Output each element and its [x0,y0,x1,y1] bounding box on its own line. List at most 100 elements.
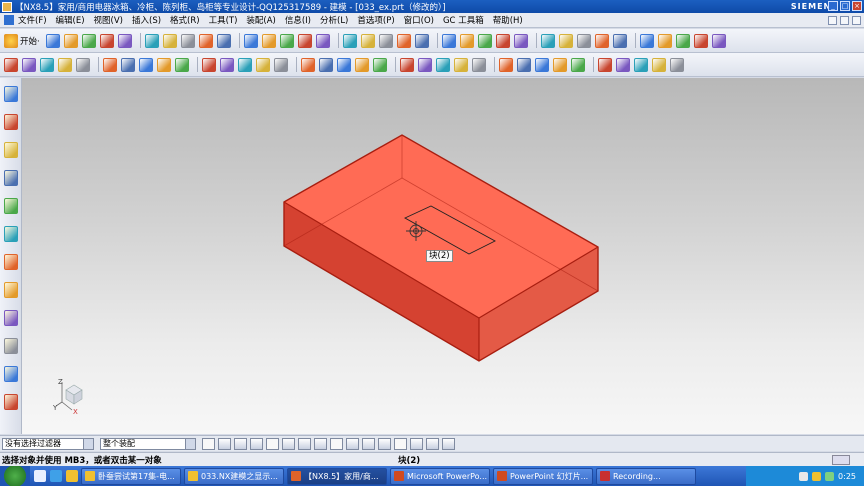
split-icon[interactable] [319,57,333,72]
render-icon[interactable] [279,33,294,48]
menu-item[interactable]: 分析(L) [320,14,348,26]
snap-point-icon[interactable] [250,437,263,450]
clock[interactable]: 0:25 [838,472,856,481]
spline-icon[interactable] [139,57,153,72]
paste-icon[interactable] [144,33,159,48]
curve-icon[interactable] [76,57,90,72]
point-icon[interactable] [4,57,18,72]
block-icon[interactable] [513,33,528,48]
filter-options-icon[interactable] [202,437,215,450]
constraint-navigator-icon[interactable] [4,114,18,130]
shell-icon[interactable] [594,33,609,48]
touch-icon[interactable] [216,33,231,48]
taskbar-button[interactable]: Microsoft PowerPo... [390,467,490,485]
datum-axis-icon[interactable] [40,57,54,72]
transform-icon[interactable] [670,57,684,72]
mid-point-icon[interactable] [314,437,327,450]
undo-icon[interactable] [162,33,177,48]
feature-icon[interactable] [414,33,429,48]
pull-icon[interactable] [652,57,666,72]
selection-scope-select[interactable]: 整个装配 [100,437,196,450]
wrap-icon[interactable] [517,57,531,72]
move-face-icon[interactable] [598,57,612,72]
process-studio-icon[interactable] [4,310,18,326]
ie-icon[interactable] [50,470,62,482]
intersect-body-icon[interactable] [301,57,315,72]
menu-item[interactable]: 编辑(E) [56,14,85,26]
save-icon[interactable] [81,33,96,48]
rib-icon[interactable] [436,57,450,72]
deselect-icon[interactable] [234,437,247,450]
chevron-down-icon[interactable] [185,438,195,449]
nx-menu-icon[interactable] [4,15,14,25]
unite-icon[interactable] [256,57,270,72]
csys-icon[interactable] [58,57,72,72]
extract-icon[interactable] [238,57,252,72]
project-icon[interactable] [202,57,216,72]
doc-restore-icon[interactable] [840,15,849,25]
shaded-icon[interactable] [297,33,312,48]
intersection-icon[interactable] [346,437,359,450]
end-point-icon[interactable] [298,437,311,450]
security-icon[interactable] [825,471,835,481]
control-point-icon[interactable] [330,437,343,450]
graphics-window[interactable]: Z X Y 块(2) [22,78,864,434]
offset-icon[interactable] [175,57,189,72]
doc-close-icon[interactable] [852,15,861,25]
revolve-icon[interactable] [477,33,492,48]
system-scene-icon[interactable] [4,366,18,382]
scale-icon[interactable] [499,57,513,72]
snap-icon[interactable] [261,33,276,48]
delete-face-icon[interactable] [616,57,630,72]
layer-icon[interactable] [315,33,330,48]
menu-item[interactable]: GC 工具箱 [443,14,484,26]
hd3d-icon[interactable] [4,198,18,214]
cut-icon[interactable] [99,33,114,48]
palette-icon[interactable] [4,394,18,410]
pocket-icon[interactable] [337,57,351,72]
taskbar-button[interactable]: 033.NX建模之显示... [184,467,284,485]
new-icon[interactable] [45,33,60,48]
hole-icon[interactable] [495,33,510,48]
chamfer-icon[interactable] [576,33,591,48]
subtract-icon[interactable] [274,57,288,72]
history-icon[interactable] [4,254,18,270]
start-button[interactable]: 开始· [4,33,40,48]
menu-item[interactable]: 格式(R) [170,14,200,26]
extrude-icon[interactable] [459,33,474,48]
menu-item[interactable]: 视图(V) [94,14,123,26]
taskbar-button[interactable]: 卧蚕尝试第17集-电... [81,467,181,485]
emboss-icon[interactable] [535,57,549,72]
menu-item[interactable]: 窗口(O) [404,14,434,26]
intersect-icon[interactable] [220,57,234,72]
point-on-curve-icon[interactable] [410,437,423,450]
sketch-icon[interactable] [441,33,456,48]
boss-icon[interactable] [355,57,369,72]
web-browser-icon[interactable] [4,226,18,242]
redo-icon[interactable] [180,33,195,48]
pattern-icon[interactable] [639,33,654,48]
doc-minimize-icon[interactable] [828,15,837,25]
view-select-icon[interactable] [282,437,295,450]
windows-start-button[interactable] [0,466,30,486]
menu-item[interactable]: 文件(F) [18,14,47,26]
helix-icon[interactable] [157,57,171,72]
resize-icon[interactable] [634,57,648,72]
blend-icon[interactable] [558,33,573,48]
reuse-library-icon[interactable] [4,170,18,186]
wcs-icon[interactable] [360,33,375,48]
surface-icon[interactable] [711,33,726,48]
taskbar-button[interactable]: PowerPoint 幻灯片... [493,467,593,485]
part-navigator-icon[interactable] [4,142,18,158]
arc-icon[interactable] [121,57,135,72]
menu-item[interactable]: 插入(S) [132,14,161,26]
network-icon[interactable] [799,471,809,481]
taskbar-button[interactable]: Recording... [596,467,696,485]
maximize-button[interactable]: □ [840,1,850,11]
roles-icon[interactable] [4,338,18,354]
taskbar-button[interactable]: 【NX8.5】家用/商... [287,467,387,485]
volume-icon[interactable] [812,471,822,481]
datum-plane-icon[interactable] [22,57,36,72]
menu-item[interactable]: 装配(A) [246,14,275,26]
groove-icon[interactable] [418,57,432,72]
